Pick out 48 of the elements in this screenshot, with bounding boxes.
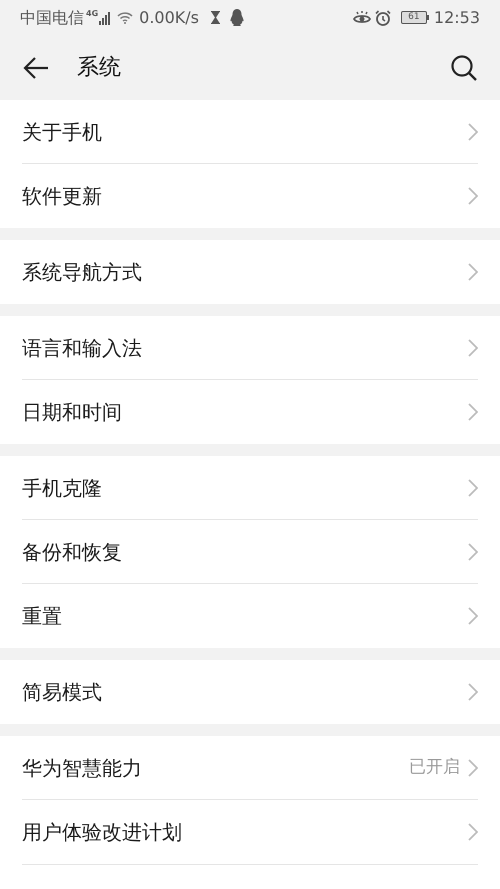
settings-item[interactable]: 重置 <box>22 584 478 648</box>
penguin-icon <box>230 9 244 26</box>
hourglass-icon <box>210 11 220 24</box>
item-label: 华为智慧能力 <box>22 754 142 782</box>
battery-level: 61 <box>400 11 427 24</box>
chevron-icon <box>468 263 478 281</box>
chevron-icon <box>468 403 478 421</box>
settings-item[interactable]: 备份和恢复 <box>22 520 478 584</box>
chevron-icon <box>468 122 478 140</box>
back-icon[interactable] <box>22 56 50 80</box>
settings-item[interactable]: 手机克隆 <box>22 456 478 520</box>
search-icon[interactable] <box>450 54 478 82</box>
wifi-icon <box>117 11 134 24</box>
chevron-icon <box>468 542 478 560</box>
network-type: 4G <box>86 8 98 20</box>
item-label: 软件更新 <box>22 183 102 210</box>
item-label: 重置 <box>22 603 62 630</box>
settings-item[interactable]: 简易模式 <box>22 660 478 724</box>
chevron-icon <box>468 607 478 625</box>
signal-icon <box>99 10 112 24</box>
settings-item[interactable]: 软件更新 <box>22 164 478 228</box>
item-label: 日期和时间 <box>22 399 122 426</box>
chevron-icon <box>468 823 478 841</box>
item-value: 已开启 <box>409 756 460 779</box>
settings-item[interactable]: 语言和输入法 <box>22 316 478 380</box>
item-label: 关于手机 <box>22 118 102 146</box>
chevron-icon <box>468 338 478 356</box>
settings-item[interactable]: 日期和时间 <box>22 380 478 444</box>
item-label: 备份和恢复 <box>22 538 122 566</box>
chevron-icon <box>468 758 478 776</box>
clock-time: 12:53 <box>434 6 480 28</box>
settings-item[interactable]: 系统导航方式 <box>22 240 478 304</box>
settings-item[interactable]: 关于手机 <box>22 100 478 164</box>
item-label: 用户体验改进计划 <box>22 819 182 846</box>
chevron-icon <box>468 478 478 496</box>
settings-item[interactable]: 用户体验改进计划 <box>22 800 478 864</box>
chevron-icon <box>468 683 478 701</box>
item-label: 系统导航方式 <box>22 259 142 286</box>
settings-item[interactable]: 华为智慧能力 已开启 <box>22 736 478 800</box>
carrier-name: 中国电信 <box>20 6 84 28</box>
eye-icon <box>352 10 371 24</box>
item-label: 手机克隆 <box>22 474 102 502</box>
network-speed: 0.00K/s <box>139 6 199 28</box>
item-label: 语言和输入法 <box>22 334 142 362</box>
page-title: 系统 <box>77 54 121 82</box>
chevron-icon <box>468 187 478 205</box>
alarm-icon <box>374 10 391 26</box>
item-label: 简易模式 <box>22 679 102 706</box>
